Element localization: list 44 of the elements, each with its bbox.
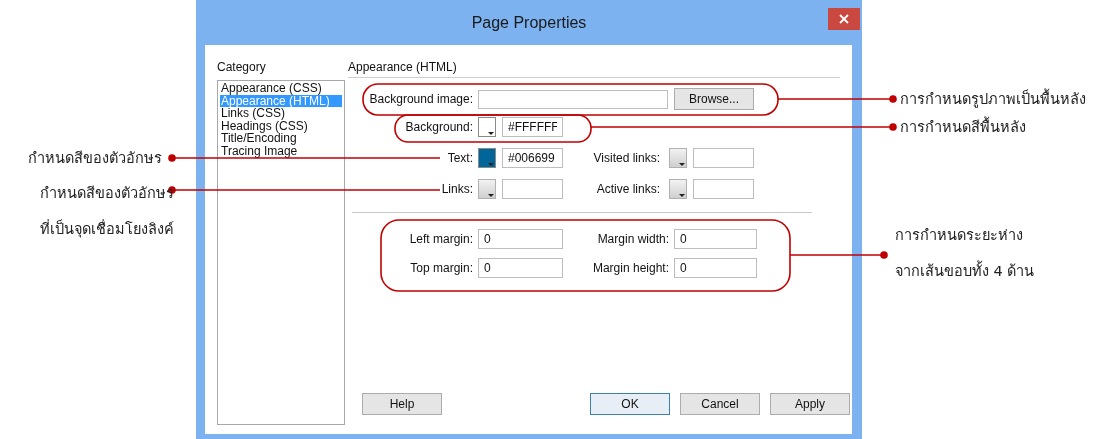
field-label: Margin height: xyxy=(591,260,670,277)
dialog-button[interactable]: Cancel xyxy=(680,393,760,415)
category-label: Category xyxy=(217,59,267,75)
field-label: Left margin: xyxy=(408,231,474,248)
category-item[interactable]: Title/Encoding xyxy=(220,132,342,145)
annotation-text: การกำหนดรูปภาพเป็นพื้นหลัง xyxy=(900,84,1086,114)
close-button[interactable] xyxy=(828,8,860,30)
margin-field[interactable]: 0 xyxy=(478,258,563,278)
browse-button[interactable]: Browse... xyxy=(674,88,754,110)
category-item[interactable]: Appearance (CSS) xyxy=(220,82,342,95)
field-label: Margin width: xyxy=(596,231,670,248)
margin-field[interactable]: 0 xyxy=(674,258,757,278)
category-item[interactable]: Links (CSS) xyxy=(220,107,342,120)
dialog-button[interactable]: OK xyxy=(590,393,670,415)
category-item[interactable]: Headings (CSS) xyxy=(220,119,342,132)
field-label: Active links: xyxy=(595,181,661,198)
margin-field[interactable]: 0 xyxy=(674,229,757,249)
annotation-text: กำหนดสีของตัวอักษร xyxy=(28,149,162,168)
field-label: Background: xyxy=(404,119,474,136)
color-swatch-button[interactable] xyxy=(478,117,496,137)
dialog-button[interactable]: Apply xyxy=(770,393,850,415)
margin-field[interactable]: 0 xyxy=(478,229,563,249)
color-field[interactable] xyxy=(502,179,563,199)
color-swatch-button[interactable] xyxy=(669,179,687,199)
color-swatch-button[interactable] xyxy=(669,148,687,168)
annotation-text: กำหนดสีของตัวอักษร ที่เป็นจุดเชื่อมโยงลิงค์ xyxy=(40,184,174,240)
section-heading: Appearance (HTML) xyxy=(348,59,840,78)
color-field[interactable] xyxy=(693,148,754,168)
color-swatch-button[interactable] xyxy=(478,179,496,199)
close-icon xyxy=(839,14,849,24)
field-label: Links: xyxy=(440,181,474,198)
window-title: Page Properties xyxy=(471,12,587,33)
background-image-field[interactable] xyxy=(478,89,668,109)
field-label: Visited links: xyxy=(592,150,661,167)
color-field[interactable]: #006699 xyxy=(502,148,563,168)
field-label: Background image: xyxy=(368,91,474,108)
color-swatch-button[interactable] xyxy=(478,148,496,168)
annotation-text: การกำหนดสีพื้นหลัง xyxy=(900,112,1026,142)
field-label: Text: xyxy=(446,150,474,167)
category-item[interactable]: Tracing Image xyxy=(220,144,342,157)
dialog-button[interactable]: Help xyxy=(362,393,442,415)
color-field[interactable] xyxy=(693,179,754,199)
field-label: Top margin: xyxy=(409,260,474,277)
annotation-text: การกำหนดระยะห่าง จากเส้นขอบทั้ง 4 ด้าน xyxy=(895,226,1035,281)
